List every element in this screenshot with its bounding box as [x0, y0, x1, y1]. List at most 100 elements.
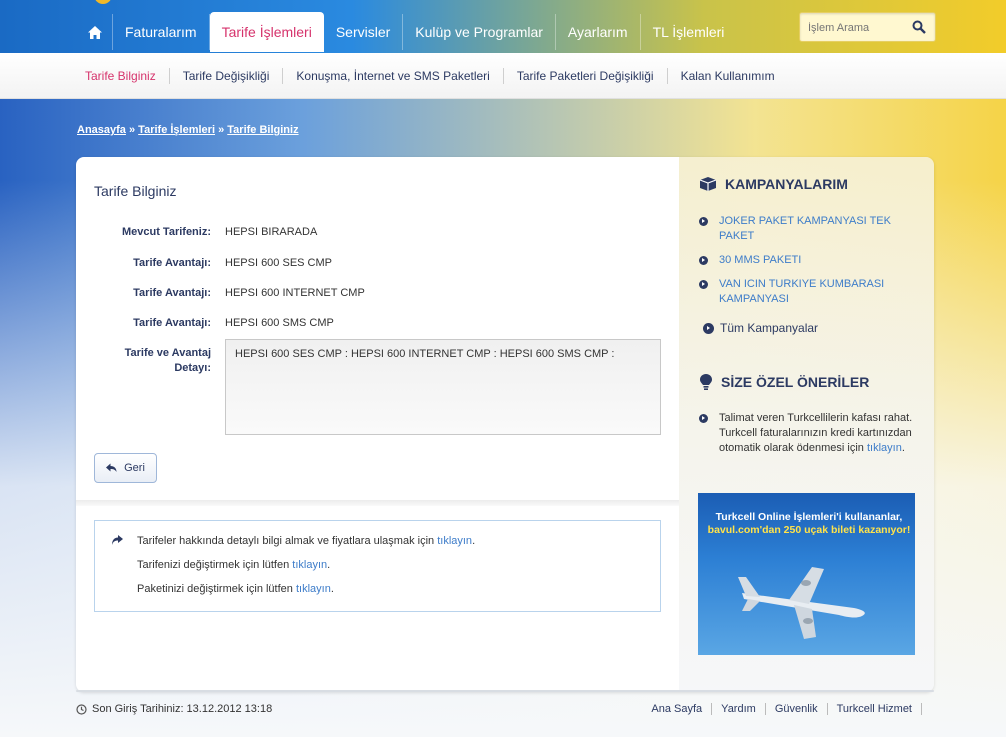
nav-item-servisler[interactable]: Servisler — [324, 14, 404, 50]
all-campaigns-link[interactable]: Tüm Kampanyalar — [703, 321, 818, 335]
info-text: Tarifenizi değiştirmek için lütfen — [137, 559, 290, 571]
change-tariff-link[interactable]: tıklayın — [292, 559, 327, 571]
campaign-line: JOKER PAKET KAMPANYASI TEK — [719, 215, 891, 227]
row-label: Tarife Avantajı: — [133, 257, 211, 269]
info-box: Tarifeler hakkında detaylı bilgi almak v… — [94, 520, 661, 612]
footer: Son Giriş Tarihiniz: 13.12.2012 13:18 An… — [76, 703, 934, 719]
main-menu: Faturalarım Tarife İşlemleri Servisler K… — [84, 12, 736, 52]
bullet-icon — [699, 217, 708, 226]
bullet-icon — [699, 256, 708, 265]
campaign-line: PAKET — [719, 230, 755, 242]
suggestions-heading: SİZE ÖZEL ÖNERİLER — [699, 373, 869, 391]
footer-link-ana-sayfa[interactable]: Ana Sayfa — [642, 703, 713, 715]
promo-line2: bavul.com'dan 250 uçak bileti kazanıyor! — [707, 524, 911, 536]
section-divider — [76, 500, 679, 506]
info-end: . — [330, 583, 334, 595]
breadcrumb-separator: » — [128, 124, 136, 136]
search-input[interactable] — [808, 20, 908, 36]
breadcrumb-tarife-islemleri-link[interactable]: Tarife İşlemleri — [138, 124, 215, 136]
content-area: Tarife Bilginiz Mevcut Tarifeniz: HEPSI … — [76, 157, 679, 692]
suggestion-end: . — [901, 442, 905, 454]
back-button-label: Geri — [124, 462, 145, 474]
campaign-line: VAN ICIN TURKIYE KUMBARASI — [719, 278, 885, 290]
subnav-item-tarife-degisikligi[interactable]: Tarife Değişikliği — [170, 68, 284, 84]
bullet-icon — [699, 414, 708, 423]
row-label: Tarife Avantajı: — [133, 287, 211, 299]
row-value: HEPSI BIRARADA — [225, 226, 318, 238]
last-login: Son Giriş Tarihiniz: 13.12.2012 13:18 — [76, 703, 272, 715]
breadcrumb-separator: » — [218, 124, 225, 136]
detail-label-line1: Tarife ve Avantaj — [124, 347, 211, 359]
info-text: Tarifeler hakkında detaylı bilgi almak v… — [137, 535, 435, 547]
suggestion-line: otomatik olarak ödenmesi için — [719, 442, 864, 454]
suggestion-item: Talimat veren Turkcellilerin kafası raha… — [699, 411, 919, 456]
search-icon[interactable] — [912, 20, 926, 34]
subnav-item-paket-degisikligi[interactable]: Tarife Paketleri Değişikliği — [504, 68, 668, 84]
detail-textarea[interactable]: HEPSI 600 SES CMP : HEPSI 600 INTERNET C… — [225, 339, 661, 435]
campaign-line: KAMPANYASI — [719, 293, 789, 305]
back-button[interactable]: Geri — [94, 453, 157, 483]
suggestion-line: Talimat veren Turkcellilerin kafası raha… — [719, 412, 913, 424]
footer-link-guvenlik[interactable]: Güvenlik — [766, 703, 828, 715]
bullet-icon — [699, 280, 708, 289]
auto-payment-link[interactable]: tıklayın — [867, 442, 902, 454]
row-value: HEPSI 600 SMS CMP — [225, 317, 334, 329]
footer-link-turkcell-hizmet[interactable]: Turkcell Hizmet — [828, 703, 922, 715]
breadcrumb-tarife-bilginiz-link[interactable]: Tarife Bilginiz — [227, 124, 298, 136]
lightbulb-icon — [700, 374, 712, 390]
campaign-box-icon — [699, 177, 717, 191]
breadcrumb-home-link[interactable]: Anasayfa — [77, 124, 126, 136]
subnav-item-kalan-kullanimim[interactable]: Kalan Kullanımım — [668, 68, 788, 84]
top-navigation: Faturalarım Tarife İşlemleri Servisler K… — [0, 0, 1006, 54]
promo-line1: Turkcell Online İşlemleri'i kullananlar, — [715, 511, 903, 523]
campaign-item[interactable]: 30 MMS PAKETI — [699, 253, 909, 268]
row-label: Tarife Avantajı: — [133, 317, 211, 329]
logo-fragment — [94, 0, 112, 4]
info-end: . — [327, 559, 331, 571]
nav-item-faturalarim[interactable]: Faturalarım — [113, 14, 210, 50]
main-panel: Tarife Bilginiz Mevcut Tarifeniz: HEPSI … — [76, 157, 934, 692]
detail-label-line2: Detayı: — [174, 362, 211, 374]
change-package-link[interactable]: tıklayın — [296, 583, 331, 595]
breadcrumb: Anasayfa » Tarife İşlemleri » Tarife Bil… — [77, 124, 299, 136]
all-campaigns-label: Tüm Kampanyalar — [720, 321, 819, 335]
campaigns-title: KAMPANYALARIM — [725, 176, 848, 192]
campaign-line: 30 MMS PAKETI — [719, 254, 802, 266]
subnav-item-tarife-bilginiz[interactable]: Tarife Bilginiz — [72, 68, 170, 84]
info-line: Tarifeler hakkında detaylı bilgi almak v… — [137, 535, 475, 547]
page-title: Tarife Bilginiz — [94, 183, 177, 199]
info-line: Paketinizi değiştirmek için lütfen tıkla… — [137, 583, 334, 595]
footer-link-yardim[interactable]: Yardım — [712, 703, 766, 715]
info-line: Tarifenizi değiştirmek için lütfen tıkla… — [137, 559, 330, 571]
home-button[interactable] — [84, 14, 113, 50]
info-end: . — [472, 535, 476, 547]
row-label: Mevcut Tarifeniz: — [121, 226, 211, 238]
sub-navigation: Tarife Bilginiz Tarife Değişikliği Konuş… — [0, 53, 1006, 99]
footer-links: Ana Sayfa Yardım Güvenlik Turkcell Hizme… — [642, 703, 922, 715]
footer-divider — [76, 690, 934, 692]
airplane-icon — [738, 567, 865, 639]
back-arrow-icon — [106, 463, 117, 472]
last-login-text: Son Giriş Tarihiniz: 13.12.2012 13:18 — [92, 703, 273, 715]
suggestion-line: Turkcell faturalarınızın kredi kartınızd… — [719, 427, 912, 439]
home-icon — [88, 25, 102, 39]
campaign-item[interactable]: JOKER PAKET KAMPANYASI TEK PAKET — [699, 214, 909, 244]
campaign-item[interactable]: VAN ICIN TURKIYE KUMBARASI KAMPANYASI — [699, 277, 909, 307]
nav-item-tl-islemleri[interactable]: TL İşlemleri — [641, 14, 737, 50]
nav-item-ayarlarim[interactable]: Ayarlarım — [556, 14, 641, 50]
nav-item-tarife-islemleri[interactable]: Tarife İşlemleri — [209, 12, 324, 52]
subnav-item-paketler[interactable]: Konuşma, İnternet ve SMS Paketleri — [283, 68, 504, 84]
row-value: HEPSI 600 INTERNET CMP — [225, 287, 365, 299]
suggestions-title: SİZE ÖZEL ÖNERİLER — [721, 374, 870, 390]
redirect-arrow-icon — [112, 535, 123, 545]
bullet-icon — [703, 322, 714, 334]
promo-banner[interactable]: Turkcell Online İşlemleri'i kullananlar,… — [698, 493, 915, 655]
row-value: HEPSI 600 SES CMP — [225, 257, 332, 269]
sidebar: KAMPANYALARIM JOKER PAKET KAMPANYASI TEK… — [679, 157, 934, 692]
info-text: Paketinizi değiştirmek için lütfen — [137, 583, 293, 595]
tariff-details-link[interactable]: tıklayın — [437, 535, 472, 547]
search-box — [799, 12, 936, 42]
clock-icon — [76, 703, 87, 715]
campaigns-heading: KAMPANYALARIM — [699, 176, 848, 192]
nav-item-kulup-ve-programlar[interactable]: Kulüp ve Programlar — [403, 14, 556, 50]
